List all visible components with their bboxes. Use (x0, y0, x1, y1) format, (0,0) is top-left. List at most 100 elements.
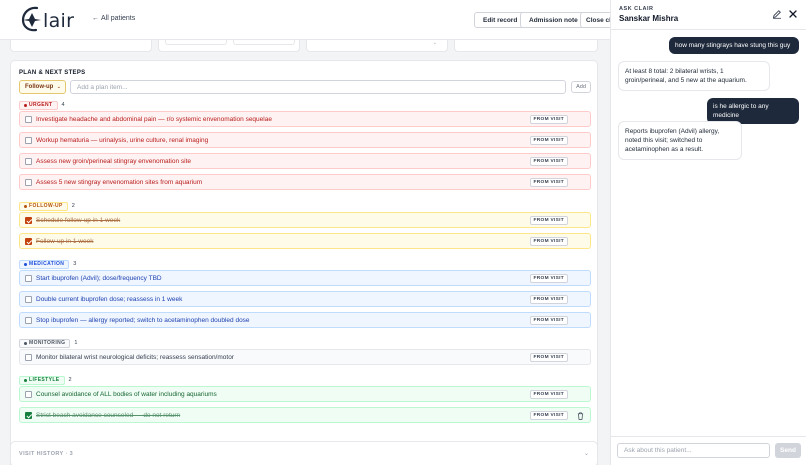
plan-item-text: Assess 5 new stingray envenomation sites… (36, 178, 203, 186)
category-select[interactable]: Follow-up ⌄ (19, 80, 66, 94)
plan-item-text: Investigate headache and abdominal pain … (36, 115, 272, 123)
add-plan-item-button[interactable]: Add (571, 81, 591, 93)
visit-history-section[interactable]: VISIT HISTORY · 3 ⌄ (10, 441, 598, 465)
bullet-dot-icon (24, 341, 27, 345)
plan-item-checkbox[interactable] (25, 137, 32, 144)
plan-item-text: Strict beach avoidance counseled — do no… (36, 411, 181, 419)
clair-logo[interactable]: lair (20, 4, 74, 34)
plan-item-checkbox[interactable] (25, 116, 32, 123)
group-count: 2 (71, 203, 75, 209)
assistant-message: At least 8 total: 2 bilateral wrists, 1 … (618, 61, 770, 91)
plan-title: PLAN & NEXT STEPS (19, 70, 86, 76)
ask-clair-panel: ASK CLAIR Sanskar Mishra how many stingr… (610, 0, 806, 465)
trash-icon[interactable] (577, 412, 584, 420)
summary-card: ⌄ (306, 40, 448, 52)
from-visit-button[interactable]: FROM VISIT (529, 114, 568, 124)
plan-item-checkbox[interactable] (25, 275, 32, 282)
bullet-dot-icon (24, 204, 27, 208)
plan-item-checkbox[interactable] (25, 391, 32, 398)
group-label: FOLLOW-UP (29, 203, 63, 209)
group-count: 4 (61, 102, 65, 108)
clair-logo-mark-icon (21, 6, 41, 32)
plan-item-checkbox[interactable] (25, 238, 32, 245)
plan-item: Schedule follow-up in 1 week FROM VISIT (19, 212, 591, 228)
group-label: MEDICATION (29, 261, 65, 267)
plan-item-text: Assess new groin/perineal stingray enven… (36, 157, 192, 165)
admission-note-button[interactable]: Admission note (520, 12, 587, 28)
group-pill: MONITORING (19, 338, 71, 348)
from-visit-button[interactable]: FROM VISIT (529, 315, 568, 325)
clair-logo-text: lair (43, 9, 75, 32)
from-visit-button[interactable]: FROM VISIT (529, 410, 568, 420)
from-visit-button[interactable]: FROM VISIT (529, 177, 568, 187)
plan-item-checkbox[interactable] (25, 179, 32, 186)
plan-item: Start ibuprofen (Advil); dose/frequency … (19, 270, 591, 286)
back-to-patients-link[interactable]: ← All patients (92, 15, 135, 22)
bullet-dot-icon (24, 262, 27, 266)
group-pill: FOLLOW-UP (19, 201, 68, 211)
plan-item-checkbox[interactable] (25, 158, 32, 165)
edit-pencil-icon[interactable] (772, 9, 782, 19)
plan-item: Assess new groin/perineal stingray enven… (19, 153, 591, 169)
from-visit-button[interactable]: FROM VISIT (529, 294, 568, 304)
back-link-label: All patients (101, 15, 136, 22)
main-content: ⌄ PLAN & NEXT STEPS Follow-up ⌄ Add a pl… (0, 40, 610, 465)
plan-item: Strict beach avoidance counseled — do no… (19, 407, 591, 423)
from-visit-button[interactable]: FROM VISIT (529, 389, 568, 399)
chevron-down-icon: ⌄ (56, 84, 61, 90)
plan-item-checkbox[interactable] (25, 217, 32, 224)
from-visit-button[interactable]: FROM VISIT (529, 352, 568, 362)
bullet-dot-icon (24, 378, 27, 382)
group-count: 1 (74, 340, 78, 346)
plan-item-text: Workup hematuria — urinalysis, urine cul… (36, 136, 209, 144)
from-visit-button[interactable]: FROM VISIT (529, 156, 568, 166)
plan-item: Assess 5 new stingray envenomation sites… (19, 174, 591, 190)
group-header-lifestyle: LIFESTYLE 2 (19, 375, 72, 385)
chat-input[interactable]: Ask about this patient... (617, 443, 770, 458)
plan-item: Workup hematuria — urinalysis, urine cul… (19, 132, 591, 148)
plan-item-checkbox[interactable] (25, 317, 32, 324)
plan-item-text: Start ibuprofen (Advil); dose/frequency … (36, 274, 162, 282)
close-icon[interactable] (788, 9, 798, 19)
plan-item-text: Schedule follow-up in 1 week (36, 216, 121, 224)
arrow-left-icon: ← (92, 15, 99, 22)
summary-cards-cutoff: ⌄ (10, 40, 598, 52)
plan-item-text: Stop ibuprofen — allergy reported; switc… (36, 316, 250, 324)
group-count: 3 (73, 261, 77, 267)
user-message: how many stingrays have stung this guy (669, 37, 799, 54)
chat-patient-name: Sanskar Mishra (619, 14, 679, 23)
group-header-medication: MEDICATION 3 (19, 259, 76, 269)
plan-item-input[interactable]: Add a plan item... (70, 80, 566, 94)
category-select-value: Follow-up (25, 84, 54, 90)
from-visit-button[interactable]: FROM VISIT (529, 135, 568, 145)
plan-item: Counsel avoidance of ALL bodies of water… (19, 386, 591, 402)
from-visit-button[interactable]: FROM VISIT (529, 236, 568, 246)
group-label: MONITORING (29, 340, 66, 346)
bullet-dot-icon (24, 103, 27, 107)
chevron-down-icon: ⌄ (583, 451, 589, 457)
plan-next-steps-panel: PLAN & NEXT STEPS Follow-up ⌄ Add a plan… (10, 60, 598, 465)
plan-item-checkbox[interactable] (25, 354, 32, 361)
chevron-down-icon: ⌄ (432, 40, 437, 46)
summary-card (454, 40, 598, 52)
top-bar: lair ← All patients Edit record Admissio… (0, 0, 620, 40)
plan-item: Monitor bilateral wrist neurological def… (19, 349, 591, 365)
send-button[interactable]: Send (775, 443, 801, 458)
chat-panel-subtitle: ASK CLAIR (619, 6, 654, 12)
group-pill: LIFESTYLE (19, 375, 65, 385)
plan-item-checkbox[interactable] (25, 296, 32, 303)
plan-item-checkbox[interactable] (25, 412, 32, 419)
plan-item: Stop ibuprofen — allergy reported; switc… (19, 312, 591, 328)
assistant-message: Reports ibuprofen (Advil) allergy, noted… (618, 121, 742, 160)
plan-item-text: Monitor bilateral wrist neurological def… (36, 353, 234, 361)
plan-item: Investigate headache and abdominal pain … (19, 111, 591, 127)
summary-card (10, 40, 152, 52)
visit-history-label: VISIT HISTORY · 3 (19, 451, 74, 457)
from-visit-button[interactable]: FROM VISIT (529, 215, 568, 225)
from-visit-button[interactable]: FROM VISIT (529, 273, 568, 283)
plan-item-text: Double current ibuprofen dose; reassess … (36, 295, 183, 303)
plan-item: Follow-up in 1 week FROM VISIT (19, 233, 591, 249)
group-label: LIFESTYLE (29, 377, 60, 383)
edit-record-button[interactable]: Edit record (474, 12, 527, 28)
plan-item-text: Follow-up in 1 week (36, 237, 94, 245)
